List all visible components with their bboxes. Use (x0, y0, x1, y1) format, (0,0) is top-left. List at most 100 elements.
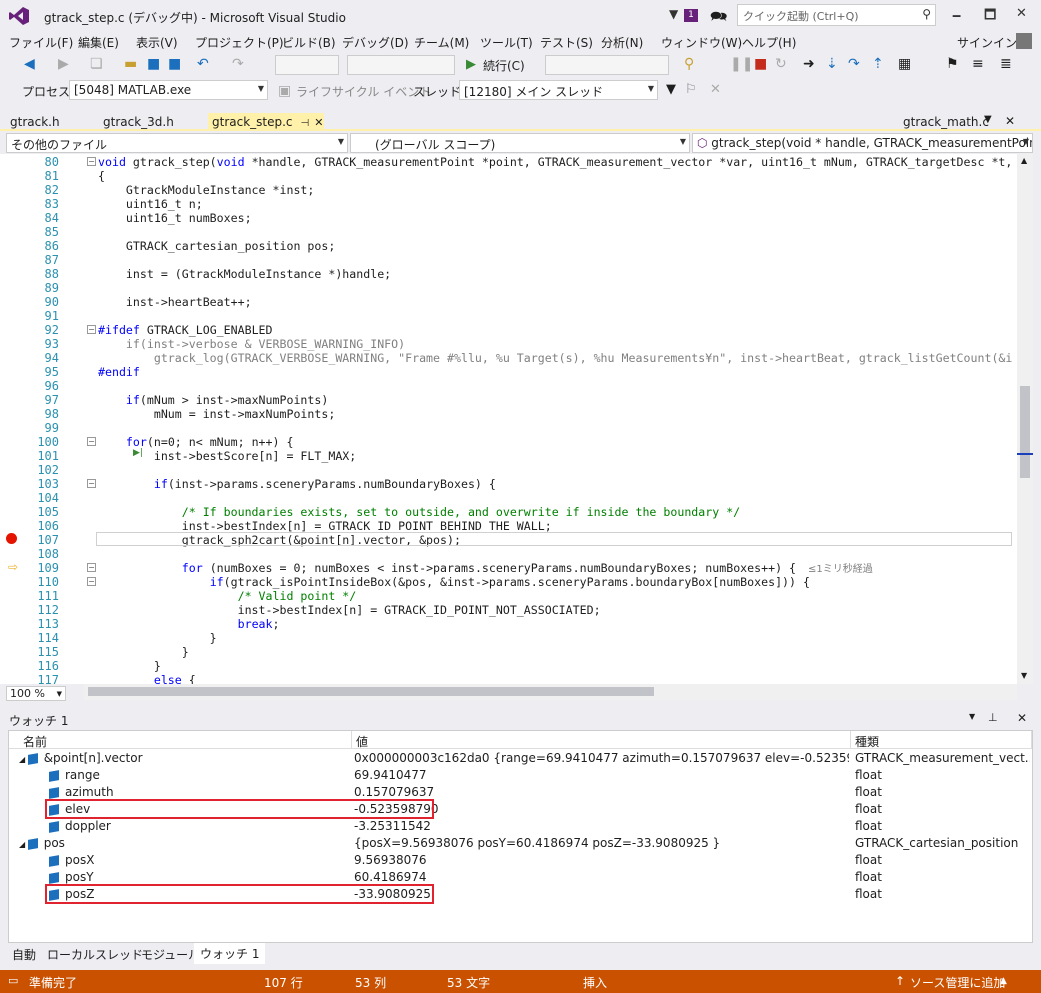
scroll-down-icon[interactable]: ▼ (1021, 671, 1027, 680)
code-line[interactable]: GtrackModuleInstance *inst; (98, 183, 314, 197)
back-icon[interactable]: ◀ (24, 56, 35, 72)
function-dropdown[interactable]: ⬡ gtrack_step(void * handle, GTRACK_meas… (692, 133, 1033, 153)
new-project-icon[interactable]: ❏ (90, 56, 103, 72)
tab-gtrack-h[interactable]: gtrack.h (6, 113, 64, 131)
step-into-icon[interactable]: ⇣ (826, 56, 838, 72)
tab-overflow-icon[interactable]: ▼ (984, 114, 992, 125)
menu-help[interactable]: ヘルプ(H) (742, 34, 796, 51)
stop-debugging-icon[interactable]: ■ (754, 56, 767, 72)
code-line[interactable]: mNum = inst->maxNumPoints; (98, 407, 336, 421)
tab-gtrack-math-c[interactable]: gtrack_math.c (899, 113, 993, 131)
continue-icon[interactable]: ▶ (466, 57, 476, 72)
tab-locals[interactable]: ローカル (47, 946, 95, 963)
code-editor[interactable]: 80 void gtrack_step(void *handle, GTRACK_… (0, 154, 1017, 687)
hscroll-thumb[interactable] (88, 687, 654, 696)
save-all-icon[interactable]: ■ (168, 56, 181, 72)
code-line[interactable]: break; (98, 617, 280, 631)
auto-hide-pin-icon[interactable]: ⊥ (988, 711, 998, 724)
menu-tools[interactable]: ツール(T) (480, 34, 533, 51)
menu-edit[interactable]: 編集(E) (78, 34, 119, 51)
column-header-name[interactable]: 名前 (9, 731, 352, 749)
code-line[interactable]: } (98, 631, 217, 645)
tab-modules[interactable]: モジュール (141, 946, 200, 963)
project-scope-dropdown[interactable]: その他のファイル ▼ (6, 133, 348, 153)
solution-config-dropdown[interactable] (275, 55, 339, 75)
editor-horizontal-scrollbar[interactable] (84, 684, 1017, 700)
code-line[interactable]: uint16_t numBoxes; (98, 211, 252, 225)
menu-window[interactable]: ウィンドウ(W) (661, 34, 742, 51)
show-next-statement-icon[interactable]: ➜ (803, 56, 815, 72)
quick-launch-input[interactable]: クイック起動 (Ctrl+Q) ⚲ (737, 4, 936, 26)
run-to-click-icon[interactable]: ▶| (133, 448, 143, 458)
tab-gtrack-3d-h[interactable]: gtrack_3d.h (99, 113, 178, 131)
filter-icon[interactable]: ▼ (669, 7, 678, 21)
fold-toggle-icon[interactable]: − (87, 563, 96, 572)
code-line[interactable]: } (98, 645, 189, 659)
code-line[interactable]: if(inst->params.sceneryParams.numBoundar… (98, 477, 496, 491)
code-line[interactable]: void gtrack_step(void *handle, GTRACK_me… (98, 155, 1012, 169)
uncomment-icon[interactable]: ≣ (1000, 56, 1012, 72)
open-file-icon[interactable]: ▬ (124, 56, 137, 72)
scroll-thumb[interactable] (1020, 386, 1030, 478)
code-line[interactable]: if(inst->verbose & VERBOSE_WARNING_INFO) (98, 337, 405, 351)
watch-value[interactable]: 69.9410477 (354, 767, 849, 784)
menu-project[interactable]: プロジェクト(P) (195, 34, 284, 51)
platform-dropdown[interactable] (347, 55, 455, 75)
process-dropdown[interactable]: [5048] MATLAB.exe ▼ (69, 80, 268, 100)
watch-value[interactable]: {posX=9.56938076 posY=60.4186974 posZ=-3… (354, 835, 849, 852)
code-line[interactable]: inst->bestIndex[n] = GTRACK_ID_POINT_NOT… (98, 603, 601, 617)
hex-display-icon[interactable]: ▦ (898, 56, 911, 72)
fold-toggle-icon[interactable]: − (87, 577, 96, 586)
tab-threads[interactable]: スレッド (95, 946, 143, 963)
menu-debug[interactable]: デバッグ(D) (342, 34, 409, 51)
watch-value[interactable]: 0x000000003c162da0 {range=69.9410477 azi… (354, 750, 849, 767)
close-tab-icon[interactable]: ✕ (1005, 114, 1015, 128)
undo-icon[interactable]: ↶ (197, 56, 209, 72)
code-line[interactable]: inst->heartBeat++; (98, 295, 252, 309)
code-line[interactable]: /* Valid point */ (98, 589, 357, 603)
expand-toggle-icon[interactable]: ◢ (19, 755, 28, 764)
watch-row[interactable]: doppler -3.25311542 float (9, 818, 1032, 835)
lifecycle-events-dropdown[interactable]: ライフサイクル イベント (296, 83, 431, 100)
global-scope-dropdown[interactable]: (グローバル スコープ) ▼ (350, 133, 690, 153)
editor-vertical-scrollbar[interactable]: ▲ ▼ (1017, 154, 1033, 684)
stack-frame-icon[interactable]: ✕ (710, 82, 721, 97)
expand-toggle-icon[interactable]: ◢ (19, 840, 28, 849)
column-header-type[interactable]: 種類 (851, 731, 1032, 749)
restart-icon[interactable]: ↻ (775, 56, 787, 72)
thread-dropdown[interactable]: [12180] メイン スレッド ▼ (459, 80, 658, 100)
code-line[interactable]: for(n=0; n< mNum; n++) { (98, 435, 294, 449)
close-icon[interactable]: ✕ (314, 116, 323, 129)
redo-icon[interactable]: ↷ (232, 56, 244, 72)
column-header-value[interactable]: 値 (352, 731, 851, 749)
watch-row[interactable]: ◢ &point[n].vector 0x000000003c162da0 {ra… (9, 750, 1032, 767)
avatar[interactable] (1016, 33, 1032, 49)
fold-toggle-icon[interactable]: − (87, 157, 96, 166)
pin-icon[interactable]: ⊣ (301, 118, 310, 129)
code-line[interactable]: gtrack_log(GTRACK_VERBOSE_WARNING, "Fram… (98, 351, 1013, 365)
menu-view[interactable]: 表示(V) (136, 34, 178, 51)
menu-analyze[interactable]: 分析(N) (601, 34, 643, 51)
debug-target-dropdown[interactable] (545, 55, 669, 75)
bookmark-icon[interactable]: ⚑ (946, 56, 959, 72)
sign-in-link[interactable]: サインイン (957, 34, 1017, 51)
tab-watch-1[interactable]: ウォッチ 1 (194, 943, 266, 964)
tab-gtrack-step-c[interactable]: gtrack_step.c ⊣ ✕ (208, 113, 324, 131)
watch-row[interactable]: range 69.9410477 float (9, 767, 1032, 784)
filter-threads-icon[interactable]: ▼ (666, 82, 676, 97)
step-out-icon[interactable]: ⇡ (872, 56, 884, 72)
add-to-source-control[interactable]: ソース管理に追加 (910, 974, 1005, 991)
close-button[interactable]: ✕ (1016, 6, 1027, 21)
code-line[interactable]: uint16_t n; (98, 197, 203, 211)
save-icon[interactable]: ■ (147, 56, 160, 72)
minimize-button[interactable]: 🗕 (952, 6, 961, 28)
code-line[interactable]: } (98, 659, 161, 673)
tab-autos[interactable]: 自動 (12, 946, 36, 963)
maximize-button[interactable]: 🗖 (984, 6, 996, 28)
find-icon[interactable]: ⚲ (684, 56, 694, 72)
zoom-level-dropdown[interactable]: 100 % ▼ (6, 686, 66, 701)
fold-toggle-icon[interactable]: − (87, 479, 96, 488)
menu-build[interactable]: ビルド(B) (282, 34, 336, 51)
watch-row[interactable]: ◢ pos {posX=9.56938076 posY=60.4186974 po… (9, 835, 1032, 852)
break-all-icon[interactable]: ❚❚ (730, 56, 753, 72)
